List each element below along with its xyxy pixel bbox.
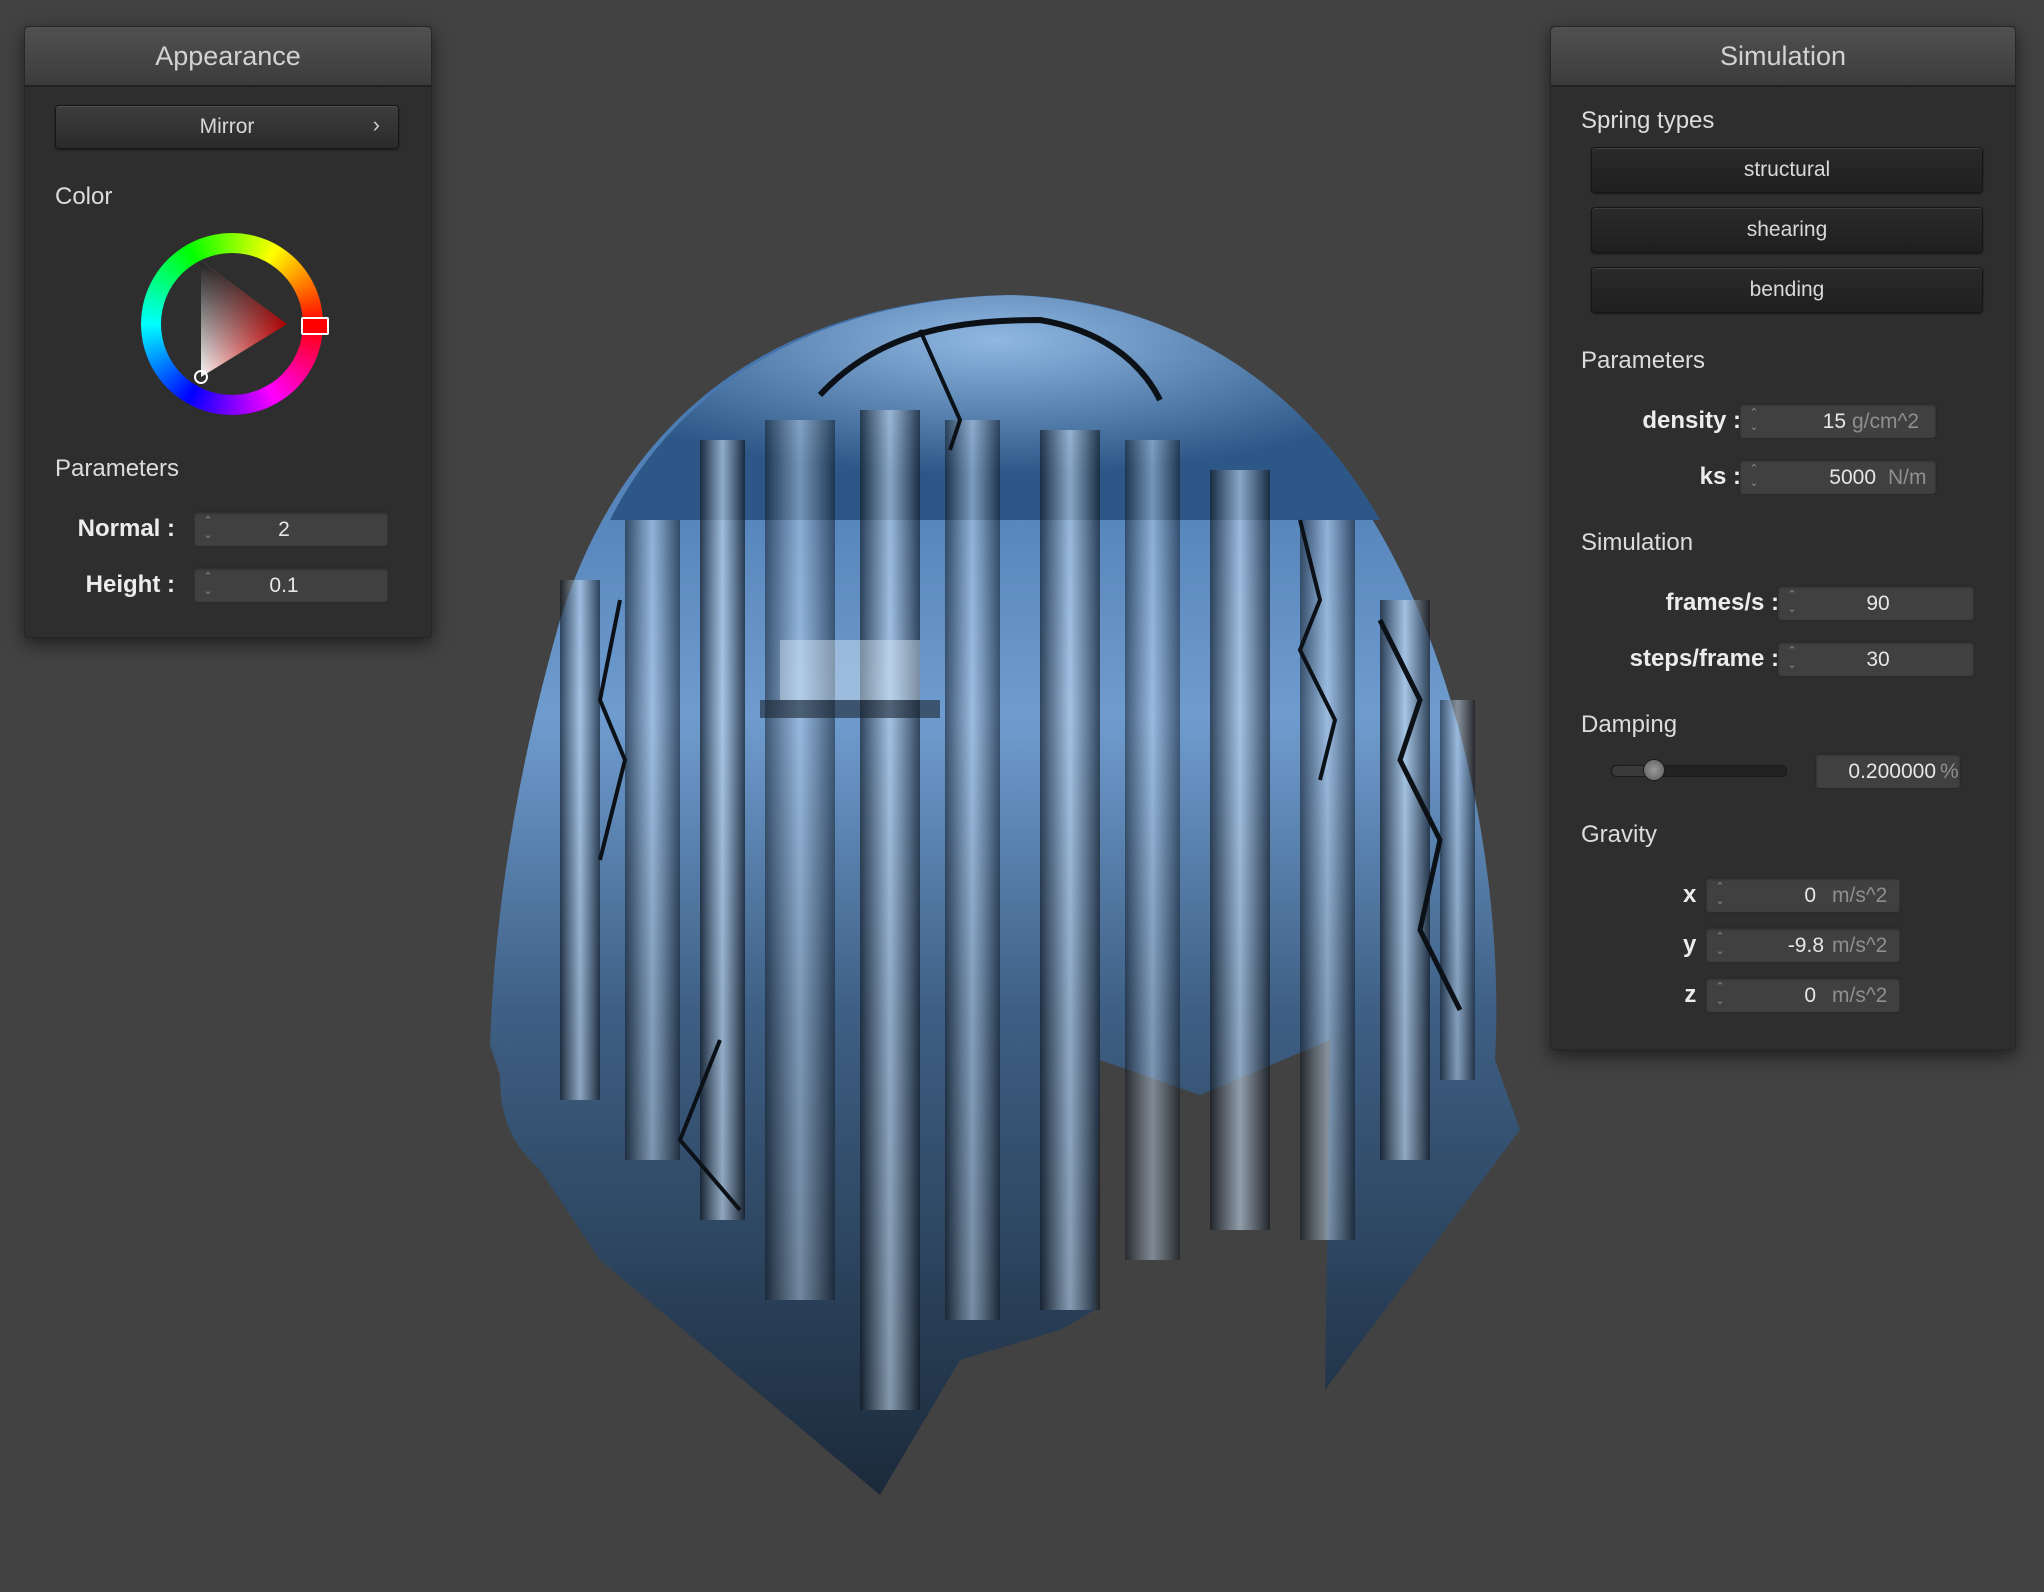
spring-structural-button[interactable]: structural (1591, 147, 1983, 193)
spring-shearing-button[interactable]: shearing (1591, 207, 1983, 253)
steps-per-frame-label: steps/frame : (1629, 645, 1779, 672)
frames-per-second-input[interactable]: ⌃ ⌄ 90 (1777, 585, 1975, 621)
spinner-arrows-icon[interactable]: ⌃ ⌄ (200, 514, 216, 544)
material-mirror-button[interactable]: Mirror › (55, 105, 399, 149)
normal-label: Normal : (77, 515, 175, 542)
cloth-mesh (490, 295, 1520, 1495)
gravity-x-input[interactable]: ⌃ ⌄ 0 m/s^2 (1705, 877, 1901, 913)
gravity-z-input[interactable]: ⌃ ⌄ 0 m/s^2 (1705, 977, 1901, 1013)
appearance-panel: Appearance Mirror › Color Parameters Nor… (24, 26, 432, 638)
frames-per-second-label: frames/s : (1665, 589, 1779, 616)
density-label: density : (1642, 407, 1741, 434)
density-input[interactable]: ⌃ ⌄ 15 g/cm^2 (1739, 403, 1937, 439)
chevron-right-icon: › (372, 112, 380, 137)
color-section-title: Color (55, 183, 113, 210)
simulation-parameters-title: Parameters (1581, 347, 1706, 374)
spinner-arrows-icon[interactable]: ⌃ ⌄ (1746, 462, 1762, 492)
height-input[interactable]: ⌃ ⌄ 0.1 (193, 567, 389, 603)
hue-selector-handle[interactable] (301, 317, 329, 335)
gravity-section-title: Gravity (1581, 821, 1658, 848)
spring-types-title: Spring types (1581, 107, 1715, 134)
damping-slider-knob[interactable] (1642, 759, 1665, 781)
damping-section-title: Damping (1581, 711, 1678, 738)
spinner-arrows-icon[interactable]: ⌃ ⌄ (1712, 980, 1728, 1010)
gravity-y-label: y : (1682, 931, 1711, 958)
gravity-y-input[interactable]: ⌃ ⌄ -9.8 m/s^2 (1705, 927, 1901, 963)
spinner-arrows-icon[interactable]: ⌃ ⌄ (1784, 644, 1800, 674)
material-button-label: Mirror (199, 115, 255, 138)
spinner-arrows-icon[interactable]: ⌃ ⌄ (1712, 880, 1728, 910)
normal-input[interactable]: ⌃ ⌄ 2 (193, 511, 389, 547)
spinner-arrows-icon[interactable]: ⌃ ⌄ (1712, 930, 1728, 960)
steps-per-frame-input[interactable]: ⌃ ⌄ 30 (1777, 641, 1975, 677)
height-label: Height : (85, 571, 175, 598)
ks-label: ks : (1699, 463, 1741, 490)
spinner-arrows-icon[interactable]: ⌃ ⌄ (200, 570, 216, 600)
gravity-x-label: x : (1682, 881, 1711, 908)
simulation-section-title: Simulation (1581, 529, 1694, 556)
color-wheel[interactable] (141, 233, 329, 415)
simulation-panel: Simulation Spring types structural shear… (1550, 26, 2016, 1050)
spinner-arrows-icon[interactable]: ⌃ ⌄ (1746, 406, 1762, 436)
damping-slider[interactable] (1611, 759, 1787, 781)
gravity-z-label: z : (1684, 981, 1711, 1008)
ks-input[interactable]: ⌃ ⌄ 5000 N/m (1739, 459, 1937, 495)
damping-input[interactable]: 0.200000 % (1815, 753, 1961, 789)
appearance-panel-title: Appearance (25, 27, 431, 87)
spinner-arrows-icon[interactable]: ⌃ ⌄ (1784, 588, 1800, 618)
simulation-panel-title: Simulation (1551, 27, 2015, 87)
spring-bending-button[interactable]: bending (1591, 267, 1983, 313)
appearance-parameters-title: Parameters (55, 455, 180, 482)
